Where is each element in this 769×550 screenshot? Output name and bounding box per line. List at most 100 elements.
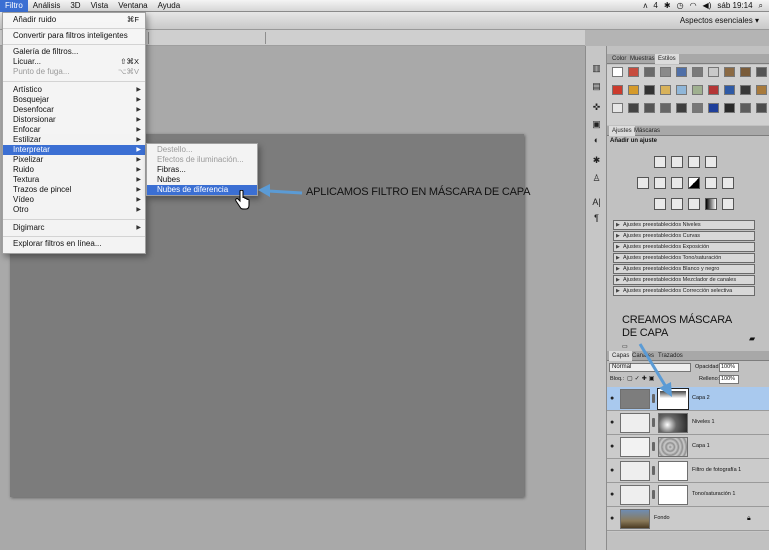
blend-mode-select[interactable]: Normal [609,363,691,372]
workspace-switcher[interactable]: Aspectos esenciales ▾ [680,16,759,25]
style-swatch[interactable] [756,67,767,77]
menu-item-group[interactable]: Trazos de pincel ▶ [3,185,145,195]
layer-row[interactable]: ● Niveles 1 [607,411,769,435]
style-none-swatch[interactable] [612,67,623,77]
style-swatch[interactable] [692,67,703,77]
style-swatch[interactable] [740,67,751,77]
selective-color-icon[interactable] [722,198,734,210]
menu-item-group[interactable]: Estilizar ▶ [3,135,145,145]
style-swatch[interactable] [740,85,751,95]
layer-row[interactable]: ● Capa 2 [607,387,769,411]
menu-item-group[interactable]: Artístico ▶ [3,85,145,95]
bluetooth-icon[interactable]: ✱ [664,0,671,12]
preset-selective-color[interactable]: Ajustes preestablecidos Corrección selec… [613,286,755,296]
black-white-icon[interactable] [688,177,700,189]
style-swatch[interactable] [756,85,767,95]
style-swatch[interactable] [612,103,623,113]
style-swatch[interactable] [628,67,639,77]
layer-name[interactable]: Niveles 1 [692,419,715,425]
layer-mask-thumbnail[interactable] [658,437,688,457]
style-swatch[interactable] [628,85,639,95]
menu-ayuda[interactable]: Ayuda [153,0,186,12]
preset-curves[interactable]: Ajustes preestablecidos Curvas [613,231,755,241]
style-swatch[interactable] [692,103,703,113]
clone-source-icon[interactable]: ♙ [589,172,604,184]
style-swatch[interactable] [708,85,719,95]
paragraph-icon[interactable]: ¶ [589,212,604,224]
menu-item-group[interactable]: Ruido ▶ [3,165,145,175]
menu-item-group[interactable]: Bosquejar ▶ [3,95,145,105]
spotlight-icon[interactable]: ⌕ [759,0,763,12]
preset-levels[interactable]: Ajustes preestablecidos Niveles [613,220,755,230]
style-swatch[interactable] [724,67,735,77]
fill-field[interactable]: 100% [719,375,739,384]
menu-item-liquify[interactable]: Licuar... ⇧⌘X [3,57,145,67]
menu-item-group[interactable]: Textura ▶ [3,175,145,185]
style-swatch[interactable] [644,67,655,77]
menu-item-interpretar[interactable]: Interpretar ▶ [3,145,145,155]
menu-item-convert-smart-filters[interactable]: Convertir para filtros inteligentes [3,31,145,41]
invert-icon[interactable] [654,198,666,210]
style-swatch[interactable] [612,85,623,95]
layer-mask-thumbnail[interactable] [658,485,688,505]
layer-name[interactable]: Capa 2 [692,395,710,401]
menu-item-browse-filters-online[interactable]: Explorar filtros en línea... [3,239,145,249]
layer-name[interactable]: Capa 1 [692,443,710,449]
style-swatch[interactable] [676,67,687,77]
style-swatch[interactable] [660,103,671,113]
style-swatch[interactable] [660,67,671,77]
preset-black-white[interactable]: Ajustes preestablecidos Blanco y negro [613,264,755,274]
submenu-item-clouds[interactable]: Nubes [147,175,257,185]
menu-ventana[interactable]: Ventana [113,0,152,12]
tab-channels[interactable]: Canales [629,351,657,361]
style-swatch[interactable] [724,103,735,113]
menu-item-digimarc[interactable]: Digimarc ▶ [3,223,145,233]
layer-name[interactable]: Filtro de fotografía 1 [692,467,741,473]
style-swatch[interactable] [644,103,655,113]
style-swatch[interactable] [708,67,719,77]
menu-item-group[interactable]: Otro ▶ [3,205,145,215]
style-swatch[interactable] [708,103,719,113]
tab-masks[interactable]: Máscaras [631,126,663,136]
eye-icon[interactable]: ● [610,419,614,426]
preset-hue-saturation[interactable]: Ajustes preestablecidos Tono/saturación [613,253,755,263]
tab-paths[interactable]: Trazados [655,351,686,361]
layer-mask-thumbnail[interactable] [658,461,688,481]
eye-icon[interactable]: ● [610,467,614,474]
layer-mask-thumbnail[interactable] [657,388,689,410]
eye-icon[interactable]: ● [610,443,614,450]
layer-row[interactable]: ● Filtro de fotografía 1 [607,459,769,483]
info-icon[interactable]: ▣ [589,118,604,130]
channel-mixer-icon[interactable] [722,177,734,189]
style-swatch[interactable] [660,85,671,95]
submenu-item-fibers[interactable]: Fibras... [147,165,257,175]
navigator-icon[interactable]: ✜ [589,101,604,113]
menu-item-group[interactable]: Vídeo ▶ [3,195,145,205]
brush-icon[interactable]: ✱ [589,154,604,166]
style-swatch[interactable] [724,85,735,95]
brightness-contrast-icon[interactable] [654,156,666,168]
tab-styles[interactable]: Estilos [655,54,679,64]
layer-name[interactable]: Fondo [654,515,670,521]
style-swatch[interactable] [676,85,687,95]
wifi-icon[interactable]: ◠ [690,0,697,12]
color-balance-icon[interactable] [671,177,683,189]
menu-item-filter-gallery[interactable]: Galería de filtros... [3,47,145,57]
volume-icon[interactable]: ◀) [703,0,712,12]
clock[interactable]: sáb 19:14 [717,0,752,12]
preset-channel-mixer[interactable]: Ajustes preestablecidos Mezclador de can… [613,275,755,285]
layer-row[interactable]: ● Fondo 🔒︎ [607,507,769,531]
menu-vista[interactable]: Vista [86,0,114,12]
add-mask-icon[interactable]: ▭ [622,343,628,350]
hue-saturation-icon[interactable] [654,177,666,189]
layer-row[interactable]: ● Capa 1 [607,435,769,459]
style-swatch[interactable] [756,103,767,113]
layer-name[interactable]: Tono/saturación 1 [692,491,735,497]
preset-exposure[interactable]: Ajustes preestablecidos Exposición [613,242,755,252]
gradient-map-icon[interactable] [705,198,717,210]
adjust-icon[interactable]: ◐ [589,134,604,146]
layer-row[interactable]: ● Tono/saturación 1 [607,483,769,507]
menu-3d[interactable]: 3D [65,0,85,12]
menu-filtro[interactable]: Filtro [0,0,28,12]
style-swatch[interactable] [644,85,655,95]
